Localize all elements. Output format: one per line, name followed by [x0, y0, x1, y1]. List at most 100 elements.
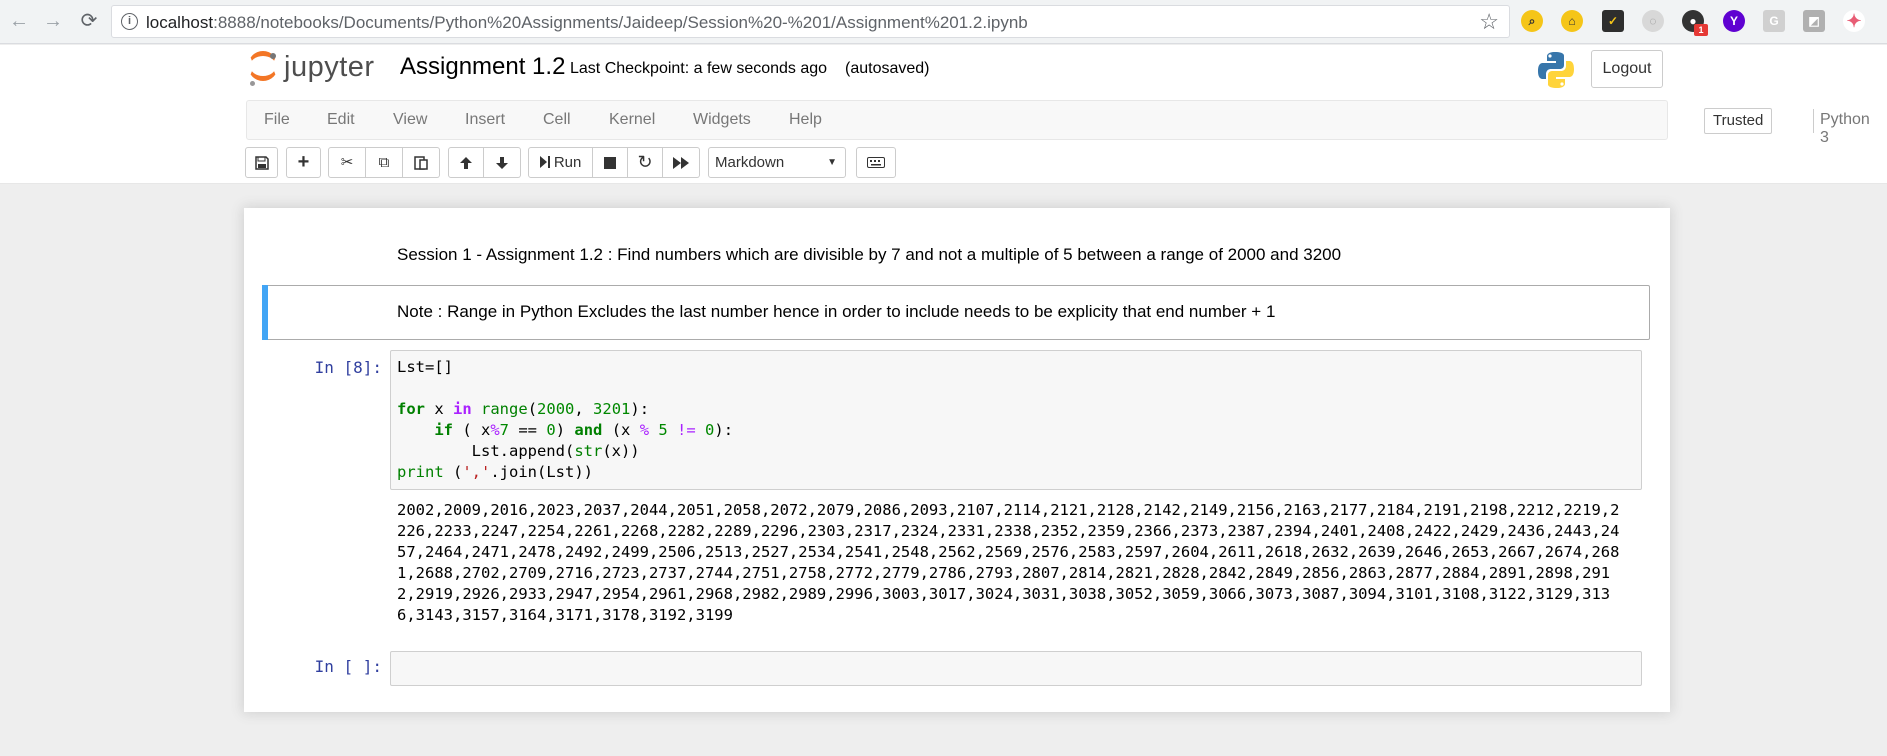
cut-button[interactable]: ✂	[328, 147, 366, 178]
caret-down-icon: ▼	[827, 157, 837, 168]
pinwheel-extension-icon[interactable]: ✦	[1843, 10, 1865, 32]
save-icon	[254, 156, 269, 170]
code-text: (	[443, 463, 463, 481]
forward-icon[interactable]: →	[40, 8, 66, 34]
square-extension-icon[interactable]: ◩	[1803, 10, 1825, 32]
menu-help[interactable]: Help	[789, 111, 822, 129]
menu-cell[interactable]: Cell	[543, 111, 571, 129]
operator: ==	[509, 421, 547, 439]
restart-run-all-button[interactable]	[663, 147, 700, 178]
python-logo-icon	[1538, 52, 1574, 88]
copy-button[interactable]: ⧉	[366, 147, 403, 178]
operator: %	[490, 421, 500, 439]
menu-file[interactable]: File	[264, 111, 290, 129]
cell-type-select[interactable]: Markdown ▼	[708, 147, 846, 178]
string-literal: ','	[462, 463, 491, 481]
empty-code-cell[interactable]	[390, 651, 1642, 686]
info-icon[interactable]: i	[121, 13, 138, 30]
logout-button[interactable]: Logout	[1591, 50, 1663, 88]
browser-toolbar: ← → ⟳ i localhost:8888/notebooks/Documen…	[0, 0, 1887, 44]
move-down-button[interactable]	[484, 147, 521, 178]
notebook-title[interactable]: Assignment 1.2	[400, 53, 565, 81]
operator: %	[639, 421, 650, 439]
keyword-in: in	[453, 400, 472, 418]
code-text: ,	[574, 400, 594, 418]
builtin-str: str	[574, 442, 603, 460]
builtin-range: range	[481, 400, 528, 418]
paste-icon	[414, 156, 428, 170]
address-bar[interactable]: i localhost:8888/notebooks/Documents/Pyt…	[111, 5, 1510, 38]
logo-dot	[270, 53, 276, 59]
code-text: Lst.append(	[397, 442, 575, 460]
run-button[interactable]: Run	[528, 147, 593, 178]
number-literal: 2000	[537, 400, 575, 418]
arrow-down-icon	[496, 157, 508, 169]
menu-widgets[interactable]: Widgets	[693, 111, 751, 129]
arrow-up-icon	[460, 157, 472, 169]
restart-button[interactable]: ↻	[628, 147, 663, 178]
run-icon	[539, 156, 550, 168]
input-prompt: In [8]:	[314, 358, 382, 377]
jupyter-logo-text[interactable]: jupyter	[284, 51, 375, 84]
markdown-cell-note[interactable]: Note : Range in Python Excludes the last…	[397, 302, 1275, 322]
url-text[interactable]: localhost:8888/notebooks/Documents/Pytho…	[146, 13, 1028, 33]
menu-kernel[interactable]: Kernel	[609, 111, 655, 129]
number-literal: 0	[546, 421, 556, 439]
back-icon[interactable]: ←	[6, 8, 32, 34]
selection-indicator	[262, 285, 268, 340]
insert-cell-button[interactable]: +	[286, 147, 321, 178]
number-literal: 5	[649, 421, 678, 439]
command-palette-button[interactable]	[856, 147, 896, 178]
empty-input-prompt: In [ ]:	[314, 657, 382, 676]
checkmark-extension-icon[interactable]: ✓	[1602, 10, 1624, 32]
bookmark-star-icon[interactable]: ☆	[1479, 9, 1499, 35]
keyword-and: and	[574, 421, 603, 439]
keyword-if: if	[434, 421, 453, 439]
plus-icon: +	[297, 151, 310, 173]
reload-icon[interactable]: ⟳	[76, 8, 102, 34]
fast-forward-icon	[673, 157, 689, 169]
jupyter-header: jupyter Assignment 1.2 Last Checkpoint: …	[0, 45, 1887, 99]
save-button[interactable]	[245, 147, 278, 178]
code-text: ( x	[453, 421, 491, 439]
move-up-button[interactable]	[448, 147, 484, 178]
operator: !=	[677, 421, 696, 439]
interrupt-button[interactable]	[593, 147, 628, 178]
number-literal: 7	[499, 421, 510, 439]
cell-output: 2002,2009,2016,2023,2037,2044,2051,2058,…	[397, 501, 1620, 624]
code-text: ):	[630, 400, 650, 418]
search-extension-icon[interactable]: ⌕	[1521, 10, 1543, 32]
checkpoint-status: Last Checkpoint: a few seconds ago	[570, 60, 828, 77]
number-literal: 3201	[593, 400, 631, 418]
cell-type-value: Markdown	[715, 154, 785, 171]
scissors-icon: ✂	[340, 154, 354, 171]
yahoo-extension-icon[interactable]: Y	[1723, 10, 1745, 32]
code-text: .join(Lst))	[490, 463, 593, 481]
code-text: (	[527, 400, 538, 418]
home-extension-icon[interactable]: ⌂	[1561, 10, 1583, 32]
menu-view[interactable]: View	[393, 111, 427, 129]
kernel-divider	[1813, 109, 1814, 133]
code-text: Lst=[]	[397, 358, 453, 376]
grey-g-extension-icon[interactable]: G	[1763, 10, 1785, 32]
number-literal: 0	[695, 421, 715, 439]
grey-circle-extension-icon[interactable]: ◌	[1642, 10, 1664, 32]
menubar: File Edit View Insert Cell Kernel Widget…	[246, 100, 1870, 146]
keyword-for: for	[397, 400, 425, 418]
code-text: x	[425, 400, 453, 418]
extension-badge: 1	[1694, 24, 1708, 36]
code-editor[interactable]: Lst=[] for x in range(2000, 3201): if ( …	[397, 357, 733, 483]
restart-icon: ↻	[637, 152, 653, 172]
url-host: localhost	[146, 13, 214, 32]
copy-icon: ⧉	[378, 154, 390, 171]
keyboard-icon	[867, 157, 885, 168]
markdown-cell[interactable]: Session 1 - Assignment 1.2 : Find number…	[397, 245, 1341, 265]
run-label: Run	[553, 154, 582, 171]
paste-button[interactable]	[403, 147, 440, 178]
menu-insert[interactable]: Insert	[465, 111, 505, 129]
code-text: (x	[602, 421, 640, 439]
menu-edit[interactable]: Edit	[327, 111, 355, 129]
code-text: ):	[714, 421, 734, 439]
trusted-indicator[interactable]: Trusted	[1704, 108, 1773, 134]
